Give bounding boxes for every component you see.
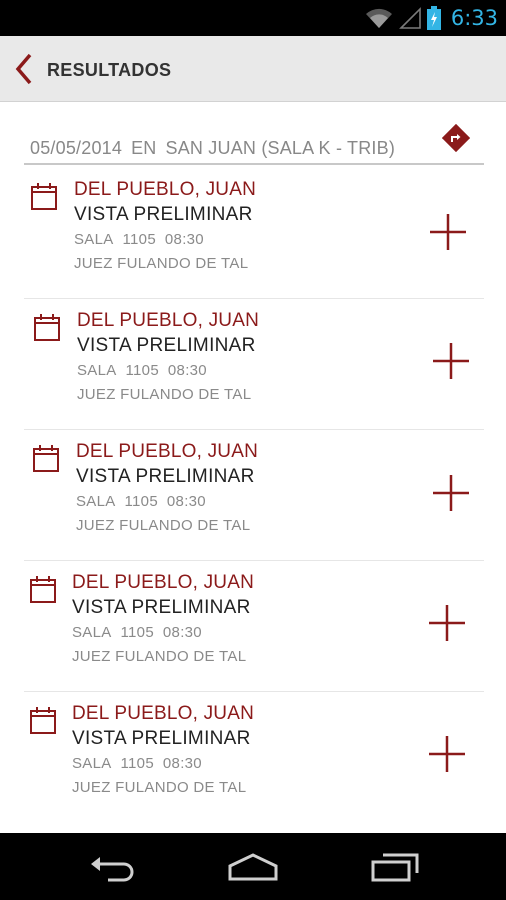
calendar-icon — [30, 707, 56, 734]
judge-name: JUEZ FULANDO DE TAL — [76, 517, 251, 534]
hearing-type: VISTA PRELIMINAR — [76, 466, 255, 487]
plus-icon — [429, 736, 465, 772]
hearing-type: VISTA PRELIMINAR — [74, 204, 253, 225]
nav-back-button[interactable] — [83, 847, 143, 887]
room-time: SALA 1105 08:30 — [77, 362, 207, 379]
hearing-type: VISTA PRELIMINAR — [72, 728, 251, 749]
result-text: DEL PUEBLO, JUAN VISTA PRELIMINAR SALA 1… — [74, 178, 256, 276]
directions-icon — [441, 123, 471, 153]
room-time: SALA 1105 08:30 — [72, 624, 202, 641]
calendar-icon — [31, 183, 57, 210]
result-item[interactable]: DEL PUEBLO, JUAN VISTA PRELIMINAR SALA 1… — [24, 561, 484, 692]
status-time: 6:33 — [450, 6, 498, 30]
action-bar: RESULTADOS — [0, 36, 506, 102]
chevron-left-icon — [15, 53, 32, 85]
filter-location: SAN JUAN (SALA K - TRIB) — [165, 138, 396, 158]
add-button[interactable] — [428, 212, 468, 252]
add-button[interactable] — [427, 734, 467, 774]
back-nav-icon — [91, 857, 134, 882]
result-item[interactable]: DEL PUEBLO, JUAN VISTA PRELIMINAR SALA 1… — [24, 299, 484, 430]
result-item[interactable]: DEL PUEBLO, JUAN VISTA PRELIMINAR SALA 1… — [24, 168, 484, 299]
calendar-icon — [34, 314, 60, 341]
add-button[interactable] — [427, 603, 467, 643]
add-button[interactable] — [431, 473, 471, 513]
plus-icon — [429, 605, 465, 641]
hearing-type: VISTA PRELIMINAR — [77, 335, 256, 356]
nav-home-button[interactable] — [223, 847, 283, 887]
add-button[interactable] — [431, 341, 471, 381]
calendar-icon — [30, 576, 56, 603]
directions-button[interactable] — [441, 123, 471, 153]
filter-connector: EN — [131, 138, 157, 158]
hearing-type: VISTA PRELIMINAR — [72, 597, 251, 618]
signal-icon — [398, 7, 421, 29]
nav-recent-apps-button[interactable] — [365, 847, 425, 887]
defendant-name: DEL PUEBLO, JUAN — [72, 572, 254, 593]
filter-text: 05/05/2014 EN SAN JUAN (SALA K - TRIB) — [30, 138, 395, 159]
result-item[interactable]: DEL PUEBLO, JUAN VISTA PRELIMINAR SALA 1… — [24, 430, 484, 561]
judge-name: JUEZ FULANDO DE TAL — [77, 386, 252, 403]
wifi-icon — [365, 8, 392, 28]
page-title: RESULTADOS — [47, 60, 172, 80]
filter-date: 05/05/2014 — [30, 138, 123, 158]
defendant-name: DEL PUEBLO, JUAN — [76, 441, 258, 462]
home-nav-icon — [228, 853, 278, 881]
battery-charging-icon — [426, 6, 441, 30]
result-text: DEL PUEBLO, JUAN VISTA PRELIMINAR SALA 1… — [77, 309, 259, 407]
result-item[interactable]: DEL PUEBLO, JUAN VISTA PRELIMINAR SALA 1… — [24, 692, 484, 823]
defendant-name: DEL PUEBLO, JUAN — [72, 703, 254, 724]
plus-icon — [433, 343, 469, 379]
plus-icon — [430, 214, 466, 250]
calendar-icon — [33, 445, 59, 472]
back-button[interactable] — [8, 50, 40, 88]
result-text: DEL PUEBLO, JUAN VISTA PRELIMINAR SALA 1… — [72, 571, 254, 669]
result-text: DEL PUEBLO, JUAN VISTA PRELIMINAR SALA 1… — [72, 702, 254, 800]
status-bar: 6:33 — [0, 0, 506, 36]
room-time: SALA 1105 08:30 — [74, 231, 204, 248]
recent-apps-icon — [371, 853, 419, 882]
judge-name: JUEZ FULANDO DE TAL — [72, 779, 247, 796]
results-content: 05/05/2014 EN SAN JUAN (SALA K - TRIB) DEL… — [0, 102, 506, 833]
defendant-name: DEL PUEBLO, JUAN — [77, 310, 259, 331]
judge-name: JUEZ FULANDO DE TAL — [74, 255, 249, 272]
plus-icon — [433, 475, 469, 511]
search-filter-summary: 05/05/2014 EN SAN JUAN (SALA K - TRIB) — [24, 118, 484, 165]
result-text: DEL PUEBLO, JUAN VISTA PRELIMINAR SALA 1… — [76, 440, 258, 538]
defendant-name: DEL PUEBLO, JUAN — [74, 179, 256, 200]
room-time: SALA 1105 08:30 — [72, 755, 202, 772]
room-time: SALA 1105 08:30 — [76, 493, 206, 510]
navigation-bar — [0, 833, 506, 900]
judge-name: JUEZ FULANDO DE TAL — [72, 648, 247, 665]
